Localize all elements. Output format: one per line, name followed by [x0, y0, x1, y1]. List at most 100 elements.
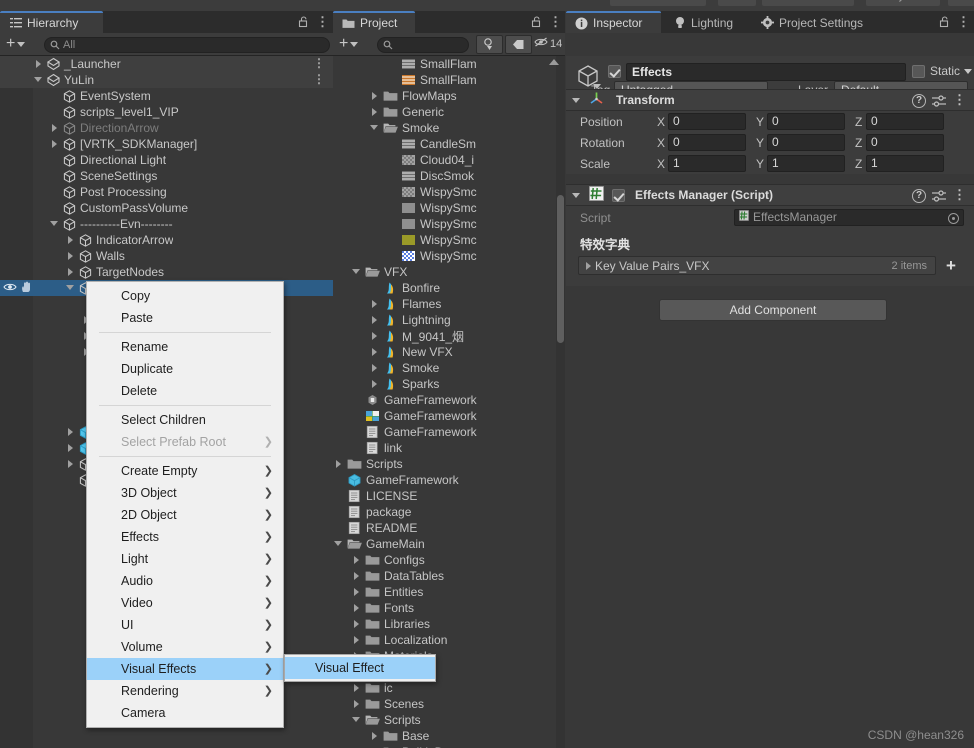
hierarchy-row-foldout-icon[interactable] — [65, 264, 77, 280]
hierarchy-row[interactable]: _Launcher ⋮ — [0, 56, 333, 72]
lock-open-icon[interactable] — [530, 15, 543, 28]
project-row[interactable]: README — [333, 520, 565, 536]
hierarchy-row-foldout-icon[interactable] — [65, 440, 77, 456]
hierarchy-row-foldout-icon[interactable] — [65, 424, 77, 440]
project-row-foldout-icon[interactable] — [351, 264, 364, 280]
context-menu-item-ui[interactable]: UI ❯ — [87, 614, 283, 636]
scroll-up-arrow-icon[interactable] — [549, 59, 559, 65]
project-row[interactable]: WispySmc — [333, 200, 565, 216]
project-row-foldout-icon[interactable] — [351, 616, 364, 632]
hierarchy-row[interactable]: EventSystem — [0, 88, 333, 104]
project-row[interactable]: GameFramework — [333, 392, 565, 408]
hierarchy-row-foldout-icon[interactable] — [49, 104, 61, 120]
hierarchy-row[interactable]: scripts_level1_VIP — [0, 104, 333, 120]
pickability-hand-icon[interactable] — [20, 281, 33, 296]
add-component-button[interactable]: Add Component — [659, 299, 887, 321]
project-row[interactable]: Entities — [333, 584, 565, 600]
project-row[interactable]: Scripts — [333, 456, 565, 472]
project-row-foldout-icon[interactable] — [351, 600, 364, 616]
project-scrollbar-thumb[interactable] — [557, 195, 564, 343]
hierarchy-search-input[interactable]: All — [44, 37, 330, 53]
hierarchy-row-foldout-icon[interactable] — [65, 248, 77, 264]
hierarchy-row[interactable]: IndicatorArrow — [0, 232, 333, 248]
project-row[interactable]: SmallFlam — [333, 56, 565, 72]
context-menu-item-video[interactable]: Video ❯ — [87, 592, 283, 614]
preset-icon[interactable] — [932, 189, 946, 206]
tab-lighting[interactable]: Lighting — [664, 12, 750, 33]
project-row-foldout-icon[interactable] — [369, 296, 382, 312]
hierarchy-row[interactable]: Directional Light — [0, 152, 333, 168]
project-row[interactable]: WispySmc — [333, 184, 565, 200]
effects-manager-kebab-menu-icon[interactable]: ⋮ — [953, 187, 966, 203]
project-row-foldout-icon[interactable] — [333, 488, 346, 504]
gameobject-enabled-checkbox[interactable] — [608, 65, 621, 78]
project-scrollbar-track[interactable] — [556, 56, 565, 748]
context-menu-item-rendering[interactable]: Rendering ❯ — [87, 680, 283, 702]
help-icon[interactable]: ? — [912, 189, 926, 203]
project-row-foldout-icon[interactable] — [387, 248, 400, 264]
help-icon[interactable]: ? — [912, 94, 926, 108]
transform-foldout-icon[interactable] — [572, 92, 583, 108]
hierarchy-row-kebab-menu-icon[interactable]: ⋮ — [313, 56, 325, 70]
project-row-foldout-icon[interactable] — [351, 712, 364, 728]
hierarchy-row-foldout-icon[interactable] — [49, 152, 61, 168]
project-row[interactable]: Generic — [333, 104, 565, 120]
project-row-foldout-icon[interactable] — [351, 568, 364, 584]
project-row-foldout-icon[interactable] — [333, 456, 346, 472]
list-foldout-icon[interactable] — [586, 261, 591, 270]
preset-icon[interactable] — [932, 94, 946, 111]
hierarchy-add-button[interactable]: + — [6, 36, 26, 52]
project-tree[interactable]: SmallFlam SmallFlam FlowMaps Generic Smoke… — [333, 56, 565, 748]
visual-effects-submenu[interactable]: Visual Effect — [284, 654, 436, 682]
project-row-foldout-icon[interactable] — [387, 56, 400, 72]
toolbar-button-layers[interactable]: Layers — [866, 0, 940, 6]
script-object-field[interactable]: EffectsManager — [734, 209, 964, 226]
project-row-foldout-icon[interactable] — [387, 200, 400, 216]
project-row[interactable]: DataTables — [333, 568, 565, 584]
hierarchy-row-foldout-icon[interactable] — [49, 168, 61, 184]
project-row-foldout-icon[interactable] — [387, 136, 400, 152]
project-row-foldout-icon[interactable] — [351, 408, 364, 424]
hierarchy-row-foldout-icon[interactable] — [49, 200, 61, 216]
project-row-foldout-icon[interactable] — [369, 104, 382, 120]
project-row[interactable]: CandleSm — [333, 136, 565, 152]
project-row[interactable]: FlowMaps — [333, 88, 565, 104]
context-menu-item-copy[interactable]: Copy — [87, 285, 283, 307]
project-row[interactable]: LICENSE — [333, 488, 565, 504]
transform-position-x[interactable]: 0 — [668, 113, 746, 130]
project-row-foldout-icon[interactable] — [351, 584, 364, 600]
project-row-foldout-icon[interactable] — [369, 88, 382, 104]
project-row[interactable]: Configs — [333, 552, 565, 568]
project-row[interactable]: Flames — [333, 296, 565, 312]
project-row-foldout-icon[interactable] — [351, 424, 364, 440]
lock-open-icon[interactable] — [938, 15, 951, 28]
project-row[interactable]: DiscSmok — [333, 168, 565, 184]
project-row-foldout-icon[interactable] — [387, 72, 400, 88]
project-row[interactable]: Libraries — [333, 616, 565, 632]
inspector-kebab-menu-icon[interactable]: ⋮ — [957, 14, 970, 30]
hierarchy-row-foldout-icon[interactable] — [33, 56, 45, 72]
project-row-foldout-icon[interactable] — [333, 504, 346, 520]
project-row[interactable]: New VFX — [333, 344, 565, 360]
label-filter-icon[interactable] — [505, 35, 532, 54]
hierarchy-context-menu[interactable]: Copy Paste Rename Duplicate Delete Select Chi… — [86, 281, 284, 728]
tab-project[interactable]: Project — [333, 11, 415, 33]
hierarchy-row[interactable]: Post Processing — [0, 184, 333, 200]
hierarchy-row[interactable]: DirectionArrow — [0, 120, 333, 136]
project-row-foldout-icon[interactable] — [387, 184, 400, 200]
project-row-foldout-icon[interactable] — [333, 520, 346, 536]
project-row[interactable]: Bonfire — [333, 280, 565, 296]
project-row-foldout-icon[interactable] — [387, 152, 400, 168]
context-menu-item-duplicate[interactable]: Duplicate — [87, 358, 283, 380]
hierarchy-row-foldout-icon[interactable] — [65, 472, 77, 488]
project-row-foldout-icon[interactable] — [369, 360, 382, 376]
add-list-entry-button[interactable]: + — [940, 256, 962, 275]
project-row-foldout-icon[interactable] — [369, 312, 382, 328]
context-menu-item-effects[interactable]: Effects ❯ — [87, 526, 283, 548]
effects-manager-enabled-checkbox[interactable] — [612, 188, 625, 202]
context-menu-item-rename[interactable]: Rename — [87, 336, 283, 358]
project-row[interactable]: GameFramework — [333, 408, 565, 424]
transform-scale-x[interactable]: 1 — [668, 155, 746, 172]
project-row-foldout-icon[interactable] — [369, 376, 382, 392]
type-filter-icon[interactable] — [476, 35, 503, 54]
